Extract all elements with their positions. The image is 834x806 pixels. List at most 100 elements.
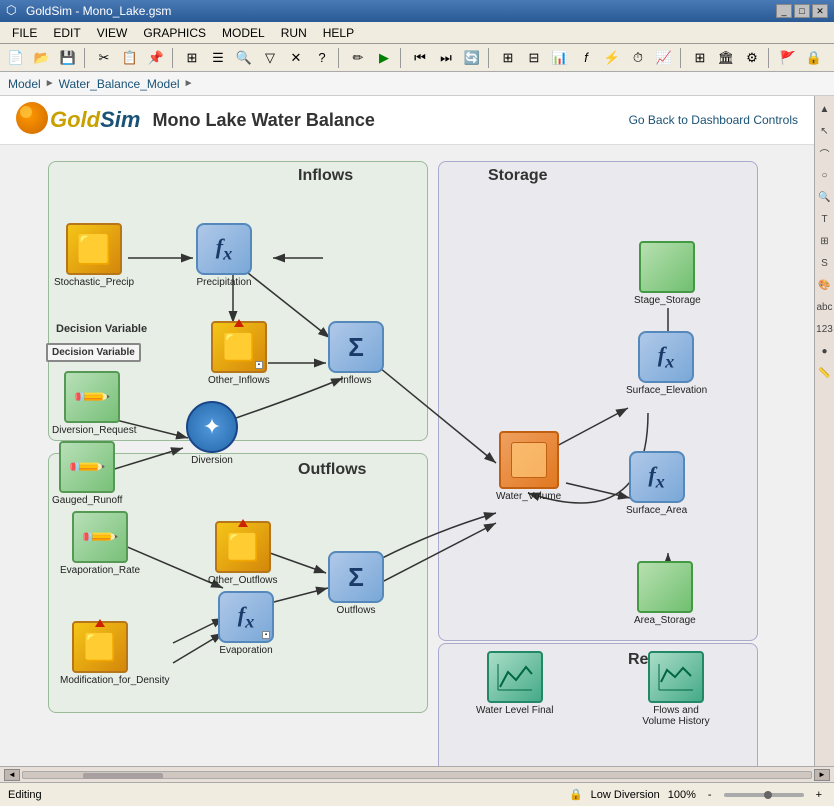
zoom-plus[interactable]: + xyxy=(812,789,826,801)
tb-lock[interactable]: 🔒 xyxy=(802,46,826,70)
scroll-thumb[interactable] xyxy=(83,773,163,779)
outflows-sigma-node[interactable]: Σ Outflows xyxy=(328,551,384,616)
tb-flag[interactable]: 🚩 xyxy=(776,46,800,70)
horizontal-scrollbar[interactable]: ◄ ► xyxy=(0,766,834,782)
menu-run[interactable]: RUN xyxy=(273,24,315,42)
diversion-request-icon: ✏️ xyxy=(64,371,120,423)
tb-help[interactable]: ? xyxy=(310,46,334,70)
menu-view[interactable]: VIEW xyxy=(89,24,136,42)
tb-loop[interactable]: 🔄 xyxy=(460,46,484,70)
tb-building[interactable]: 🏛 xyxy=(714,46,738,70)
outflows-sigma-label: Outflows xyxy=(337,605,376,616)
bc-model[interactable]: Model xyxy=(8,77,41,91)
diversion-request-node[interactable]: ✏️ Diversion_Request xyxy=(52,371,132,436)
tb-chart[interactable]: 📊 xyxy=(548,46,572,70)
inflows-sigma-node[interactable]: Σ Inflows xyxy=(328,321,384,386)
sb-scroll-up[interactable]: ▲ xyxy=(816,100,834,118)
sb-search[interactable]: 🔍 xyxy=(816,188,834,206)
tb-back[interactable]: ⏮ xyxy=(408,46,432,70)
area-storage-icon xyxy=(637,561,693,613)
flows-volume-history-icon xyxy=(648,651,704,703)
surface-area-node[interactable]: fx Surface_Area xyxy=(626,451,687,516)
sb-circle[interactable]: ○ xyxy=(816,166,834,184)
tb-pencil[interactable]: ✏ xyxy=(346,46,370,70)
tb-grid2[interactable]: ⊞ xyxy=(496,46,520,70)
bc-water-balance[interactable]: Water_Balance_Model xyxy=(59,77,180,91)
tb-copy[interactable]: 📋 xyxy=(118,46,142,70)
menu-model[interactable]: MODEL xyxy=(214,24,273,42)
modification-density-icon: 🟨 xyxy=(72,621,128,673)
tb-search[interactable]: 🔍 xyxy=(232,46,256,70)
sb-abc[interactable]: abc xyxy=(816,298,834,316)
evaporation-rate-node[interactable]: ✏️ Evaporation_Rate xyxy=(60,511,140,576)
water-level-final-label: Water Level Final xyxy=(476,705,553,716)
diversion-node[interactable]: ✦ Diversion xyxy=(186,401,238,466)
tb-x[interactable]: ✕ xyxy=(284,46,308,70)
gauged-runoff-node[interactable]: ✏️ Gauged_Runoff xyxy=(52,441,122,506)
tb-gear[interactable]: ⚙ xyxy=(740,46,764,70)
precipitation-node[interactable]: fx Precipitation xyxy=(196,223,252,288)
scroll-right-btn[interactable]: ► xyxy=(814,769,830,781)
close-button[interactable]: ✕ xyxy=(812,4,828,18)
tb-filter[interactable]: ▽ xyxy=(258,46,282,70)
tb-linechart[interactable]: 📈 xyxy=(652,46,676,70)
tb-fwd[interactable]: ⏭ xyxy=(434,46,458,70)
tb-open[interactable]: 📂 xyxy=(30,46,54,70)
tb-new[interactable]: 📄 xyxy=(4,46,28,70)
sb-dot[interactable]: ● xyxy=(816,342,834,360)
stochastic-precip-node[interactable]: 🟨 Stochastic_Precip xyxy=(54,223,134,288)
menu-help[interactable]: HELP xyxy=(315,24,362,42)
sb-grid[interactable]: ⊞ xyxy=(816,232,834,250)
zoom-slider[interactable] xyxy=(724,793,804,797)
menu-file[interactable]: FILE xyxy=(4,24,45,42)
sb-text[interactable]: T xyxy=(816,210,834,228)
other-inflows-node[interactable]: 🟨 ▪ Other_Inflows xyxy=(208,321,270,386)
tb-cols[interactable]: ⊟ xyxy=(522,46,546,70)
zoom-thumb[interactable] xyxy=(764,791,772,799)
tb-lightning[interactable]: ⚡ xyxy=(600,46,624,70)
zoom-minus[interactable]: - xyxy=(704,789,716,801)
diversion-icon: ✦ xyxy=(186,401,238,453)
scroll-left-btn[interactable]: ◄ xyxy=(4,769,20,781)
sb-palette[interactable]: 🎨 xyxy=(816,276,834,294)
diversion-request-label: Diversion_Request xyxy=(52,425,132,436)
tb-clock[interactable]: ⏱ xyxy=(626,46,650,70)
area-storage-node[interactable]: Area_Storage xyxy=(634,561,696,626)
red-triangle-indicator xyxy=(234,319,244,327)
tb-fx[interactable]: f xyxy=(574,46,598,70)
tb-cut[interactable]: ✂ xyxy=(92,46,116,70)
surface-elevation-node[interactable]: fx Surface_Elevation xyxy=(626,331,706,396)
diagram-container[interactable]: GoldSim Mono Lake Water Balance Go Back … xyxy=(0,96,814,766)
stage-storage-node[interactable]: Stage_Storage xyxy=(634,241,701,306)
diversion-label: Diversion xyxy=(191,455,233,466)
other-outflows-node[interactable]: 🟨 Other_Outflows xyxy=(208,521,277,586)
window-title: GoldSim - Mono_Lake.gsm xyxy=(26,4,776,18)
water-volume-node[interactable]: Water_Volume xyxy=(496,431,561,502)
sb-arrow[interactable]: ↖ xyxy=(816,122,834,140)
menu-graphics[interactable]: GRAPHICS xyxy=(135,24,214,42)
red-tri-mod xyxy=(95,619,105,627)
tb-paste[interactable]: 📌 xyxy=(144,46,168,70)
sb-curve[interactable]: ⌒ xyxy=(816,144,834,162)
modification-density-node[interactable]: 🟨 Modification_for_Density xyxy=(60,621,140,686)
window-controls[interactable]: _ □ ✕ xyxy=(776,4,828,18)
sb-s-icon[interactable]: S xyxy=(816,254,834,272)
flows-volume-history-node[interactable]: Flows and Volume History xyxy=(636,651,716,727)
tb-list[interactable]: ☰ xyxy=(206,46,230,70)
tb-save[interactable]: 💾 xyxy=(56,46,80,70)
decision-variable-box: Decision Variable xyxy=(46,343,141,362)
water-level-final-node[interactable]: Water Level Final xyxy=(476,651,553,716)
area-storage-label: Area_Storage xyxy=(634,615,696,626)
tb-grid[interactable]: ⊞ xyxy=(180,46,204,70)
maximize-button[interactable]: □ xyxy=(794,4,810,18)
tb-play[interactable]: ▶ xyxy=(372,46,396,70)
evaporation-node[interactable]: ▪ fx Evaporation xyxy=(218,591,274,656)
sb-number[interactable]: 123 xyxy=(816,320,834,338)
tb-table[interactable]: ⊞ xyxy=(688,46,712,70)
minimize-button[interactable]: _ xyxy=(776,4,792,18)
scroll-track[interactable] xyxy=(22,771,812,779)
other-inflows-icon: 🟨 ▪ xyxy=(211,321,267,373)
menu-edit[interactable]: EDIT xyxy=(45,24,88,42)
back-to-dashboard-link[interactable]: Go Back to Dashboard Controls xyxy=(629,113,798,127)
sb-ruler[interactable]: 📏 xyxy=(816,364,834,382)
